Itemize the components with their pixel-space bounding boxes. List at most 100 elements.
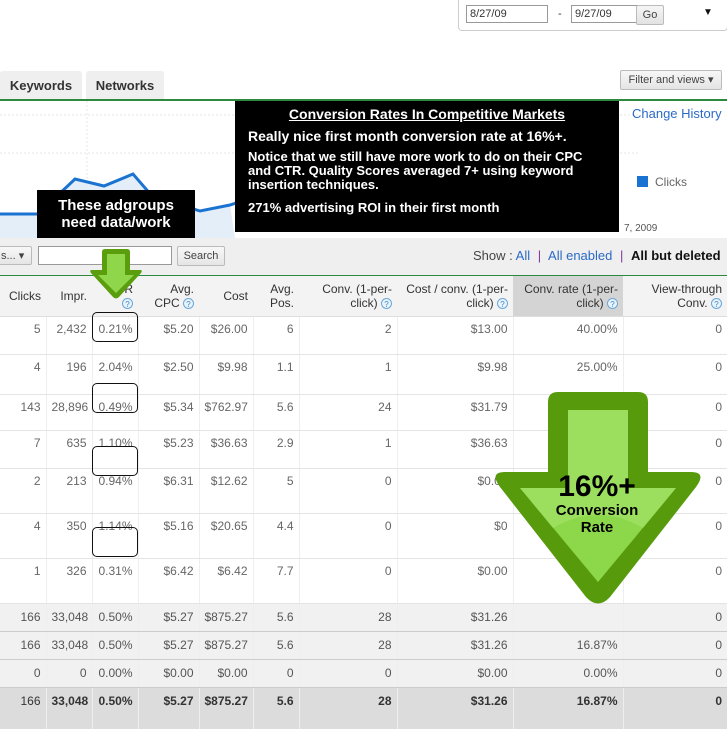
cell-clicks: 5	[0, 316, 46, 355]
columns-button[interactable]: s... ▾	[0, 246, 32, 265]
big-arrow-line-1: Conversion	[555, 502, 639, 519]
cell-conv: 1	[298, 354, 397, 395]
clicks-legend-swatch	[637, 176, 648, 187]
cell-impr: 2,432	[45, 316, 92, 355]
cell-avg-cpc: $6.42	[137, 558, 199, 604]
col-header-view-through[interactable]: View-through Conv. ?	[623, 276, 727, 317]
cell-avg-pos: 1.1	[252, 354, 299, 395]
go-button[interactable]: Go	[636, 5, 664, 25]
cell-avg-pos: 0	[252, 659, 299, 688]
cell-cost: $9.98	[198, 354, 253, 395]
tab-keywords[interactable]: Keywords	[0, 71, 82, 100]
cell-conv-rate: 16.87%	[512, 631, 623, 660]
col-header-conv-rate[interactable]: Conv. rate (1-per-click) ?	[513, 276, 623, 317]
cell-cost: $875.27	[198, 631, 253, 660]
cell-avg-pos: 5.6	[252, 603, 299, 632]
change-history-link[interactable]: Change History	[632, 106, 722, 121]
ctr-highlight-box	[92, 446, 138, 476]
cell-clicks: 143	[0, 394, 46, 431]
col-header-cost-per-conv[interactable]: Cost / conv. (1-per-click) ?	[397, 276, 513, 317]
cell-impr: 635	[45, 430, 92, 469]
cell-avg-cpc: $2.50	[137, 354, 199, 395]
show-filter: Show : All | All enabled | All but delet…	[473, 248, 721, 263]
date-separator: -	[558, 8, 562, 20]
summary-row[interactable]: 166 33,048 0.50% $5.27 $875.27 5.6 28 $31.26 16.…	[0, 631, 727, 660]
cell-clicks: 4	[0, 513, 46, 559]
annotation-small-line-2: need data/work	[61, 214, 171, 231]
summary-row[interactable]: 166 33,048 0.50% $5.27 $875.27 5.6 28 $31.26 0	[0, 603, 727, 632]
annotation-title: Conversion Rates In Competitive Markets	[288, 106, 566, 122]
cell-cost-conv: $0.00	[396, 659, 513, 688]
cell-clicks: 2	[0, 468, 46, 514]
summary-row[interactable]: 0 0 0.00% $0.00 $0.00 0 0 $0.00 0.00% 0	[0, 659, 727, 688]
show-all-but-deleted[interactable]: All but deleted	[631, 248, 721, 263]
cell-cost-conv: $31.26	[396, 603, 513, 632]
caret-down-icon[interactable]: ▼	[703, 7, 713, 18]
cell-view-through: 0	[622, 603, 727, 632]
total-row[interactable]: 166 33,048 0.50% $5.27 $875.27 5.6 28 $31.26 16.…	[0, 687, 727, 729]
annotation-line-2: Notice that we still have more work to d…	[248, 149, 583, 192]
help-icon[interactable]: ?	[497, 298, 508, 310]
start-date-input[interactable]	[466, 5, 548, 23]
help-icon[interactable]: ?	[381, 298, 392, 310]
cell-conv: 0	[298, 659, 397, 688]
cell-cost: $6.42	[198, 558, 253, 604]
cell-avg-pos: 5.6	[252, 631, 299, 660]
cell-view-through: 0	[622, 354, 727, 395]
cell-conv: 2	[298, 316, 397, 355]
annotation-adgroups-need-work: These adgroups need data/work	[37, 190, 195, 238]
filter-and-views-button[interactable]: Filter and views ▾	[620, 70, 722, 90]
show-all-enabled-link[interactable]: All enabled	[548, 248, 612, 263]
cell-avg-cpc: $6.31	[137, 468, 199, 514]
cell-cost-conv: $9.98	[396, 354, 513, 395]
small-green-arrow-icon	[90, 249, 142, 299]
col-header-impr[interactable]: Impr.	[46, 276, 92, 317]
cell-conv: 28	[298, 687, 397, 729]
big-arrow-headline: 16%+	[558, 470, 636, 503]
cell-ctr: 0.00%	[91, 659, 138, 688]
cell-conv-rate: 25.00%	[512, 354, 623, 395]
cell-cost: $20.65	[198, 513, 253, 559]
annotation-small-line-1: These adgroups	[58, 197, 174, 214]
col-header-avg-pos[interactable]: Avg. Pos.	[253, 276, 299, 317]
cell-avg-cpc: $5.20	[137, 316, 199, 355]
cell-conv: 1	[298, 430, 397, 469]
cell-ctr: 0.31%	[91, 558, 138, 604]
cell-clicks: 4	[0, 354, 46, 395]
help-icon[interactable]: ?	[183, 298, 194, 310]
cell-impr: 33,048	[45, 631, 92, 660]
cell-conv-rate: 40.00%	[512, 316, 623, 355]
help-icon[interactable]: ?	[711, 298, 722, 310]
big-arrow-line-2: Rate	[580, 519, 614, 536]
cell-impr: 213	[45, 468, 92, 514]
cell-impr: 196	[45, 354, 92, 395]
cell-clicks: 0	[0, 659, 46, 688]
col-header-cost[interactable]: Cost	[199, 276, 253, 317]
cell-avg-cpc: $0.00	[137, 659, 199, 688]
cell-impr: 33,048	[45, 687, 92, 729]
help-icon[interactable]: ?	[607, 298, 618, 310]
date-range-picker: - Go ▼	[458, 0, 727, 31]
cell-impr: 28,896	[45, 394, 92, 431]
cell-conv-rate	[512, 603, 623, 632]
col-header-clicks[interactable]: Clicks	[0, 276, 46, 317]
show-all-link[interactable]: All	[516, 248, 530, 263]
cell-ctr: 0.50%	[91, 687, 138, 729]
col-header-conv[interactable]: Conv. (1-per-click) ?	[299, 276, 397, 317]
tab-networks[interactable]: Networks	[86, 71, 164, 100]
cell-conv: 0	[298, 558, 397, 604]
cell-avg-pos: 5.6	[252, 394, 299, 431]
cell-view-through: 0	[622, 659, 727, 688]
ctr-highlight-box	[92, 527, 138, 557]
cell-avg-pos: 6	[252, 316, 299, 355]
cell-impr: 0	[45, 659, 92, 688]
cell-avg-pos: 2.9	[252, 430, 299, 469]
cell-cost: $0.00	[198, 659, 253, 688]
search-button[interactable]: Search	[177, 246, 225, 266]
cell-conv: 0	[298, 468, 397, 514]
cell-clicks: 1	[0, 558, 46, 604]
cell-cost: $875.27	[198, 603, 253, 632]
cell-cost: $12.62	[198, 468, 253, 514]
show-separator: |	[619, 248, 624, 263]
col-header-avg-cpc[interactable]: Avg. CPC ?	[138, 276, 199, 317]
